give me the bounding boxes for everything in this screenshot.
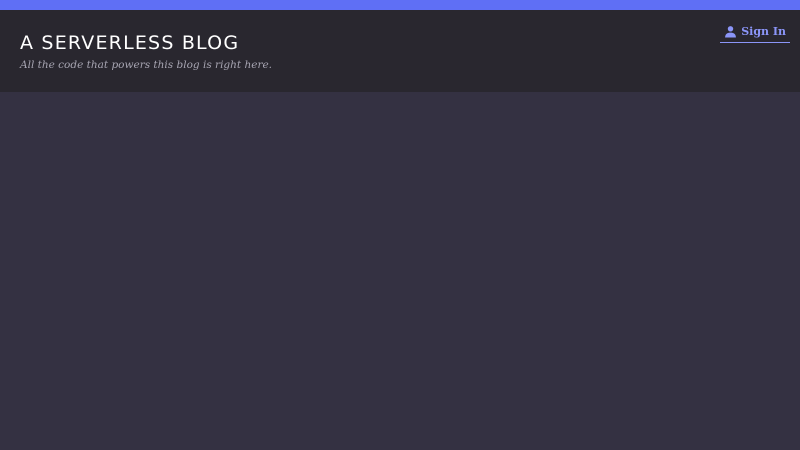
site-tagline: All the code that powers this blog is ri…: [20, 59, 273, 71]
sign-in-label: Sign In: [741, 25, 786, 38]
top-accent-bar: [0, 0, 800, 10]
main-content-area: [0, 92, 800, 450]
sign-in-button[interactable]: Sign In: [720, 23, 790, 43]
person-icon: [724, 25, 737, 38]
site-header: A SERVERLESS BLOG All the code that powe…: [0, 10, 800, 92]
site-title[interactable]: A SERVERLESS BLOG: [20, 32, 239, 54]
